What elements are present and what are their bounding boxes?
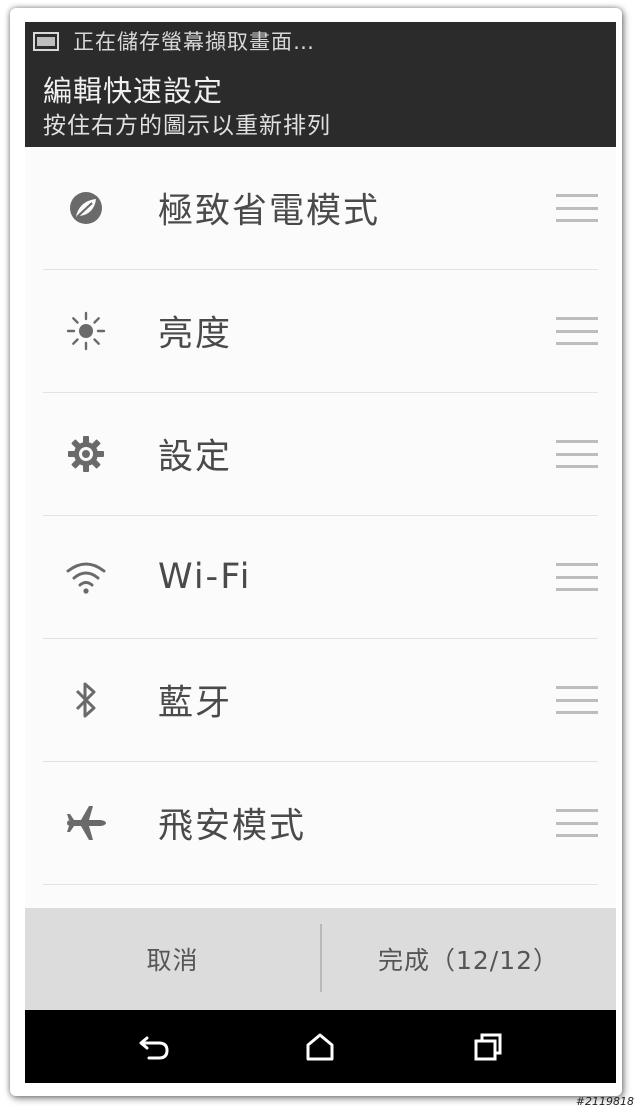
list-item-airplane-mode[interactable]: 飛安模式	[43, 762, 598, 885]
brightness-icon	[65, 310, 107, 352]
item-label: 飛安模式	[158, 806, 307, 847]
home-icon[interactable]	[297, 1024, 343, 1070]
screenshot-icon	[33, 31, 59, 51]
quick-settings-list: 極致省電模式 亮度 設定 Wi-Fi 藍牙 飛安模式	[25, 147, 616, 885]
list-item-brightness[interactable]: 亮度	[43, 270, 598, 393]
cancel-button[interactable]: 取消	[25, 908, 320, 1010]
action-bar: 取消 完成（12/12）	[25, 908, 616, 1010]
navigation-bar	[25, 1010, 616, 1083]
airplane-icon	[65, 802, 107, 844]
list-item-power-saver[interactable]: 極致省電模式	[43, 147, 598, 270]
phone-frame: 正在儲存螢幕擷取畫面… 編輯快速設定 按住右方的圖示以重新排列 極致省電模式 亮…	[10, 8, 622, 1096]
back-icon[interactable]	[131, 1024, 177, 1070]
list-item-bluetooth[interactable]: 藍牙	[43, 639, 598, 762]
drag-handle-icon[interactable]	[556, 686, 598, 714]
watermark: #2119818	[575, 1095, 634, 1108]
wifi-icon	[65, 556, 107, 598]
list-item-settings[interactable]: 設定	[43, 393, 598, 516]
notification-row: 正在儲存螢幕擷取畫面…	[33, 26, 315, 56]
drag-handle-icon[interactable]	[556, 194, 598, 222]
drag-handle-icon[interactable]	[556, 440, 598, 468]
page-title: 編輯快速設定	[43, 74, 224, 108]
done-button[interactable]: 完成（12/12）	[321, 908, 616, 1010]
item-label: 設定	[158, 437, 233, 478]
drag-handle-icon[interactable]	[556, 563, 598, 591]
list-item-wifi[interactable]: Wi-Fi	[43, 516, 598, 639]
item-label: 極致省電模式	[158, 191, 381, 232]
item-label: 藍牙	[158, 683, 233, 724]
page-subtitle: 按住右方的圖示以重新排列	[43, 113, 331, 139]
drag-handle-icon[interactable]	[556, 317, 598, 345]
item-label: 亮度	[158, 314, 233, 355]
notification-text: 正在儲存螢幕擷取畫面…	[73, 30, 315, 54]
leaf-icon	[65, 187, 107, 229]
quick-settings-header: 正在儲存螢幕擷取畫面… 編輯快速設定 按住右方的圖示以重新排列	[25, 22, 616, 147]
drag-handle-icon[interactable]	[556, 809, 598, 837]
gear-icon	[65, 433, 107, 475]
bluetooth-icon	[65, 679, 107, 721]
recents-icon[interactable]	[465, 1024, 511, 1070]
item-label: Wi-Fi	[158, 557, 252, 597]
screen: 正在儲存螢幕擷取畫面… 編輯快速設定 按住右方的圖示以重新排列 極致省電模式 亮…	[25, 22, 616, 1083]
